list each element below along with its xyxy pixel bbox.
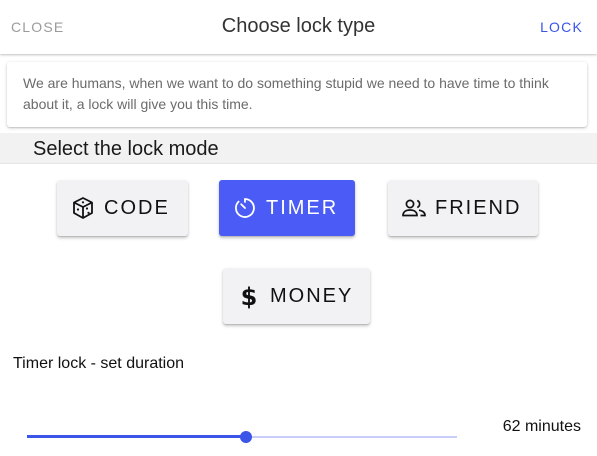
slider-thumb[interactable] — [240, 431, 253, 443]
timer-section-label: Timer lock - set duration — [13, 355, 185, 372]
mode-button-code[interactable]: CODE — [57, 180, 188, 236]
mode-label-code: CODE — [104, 196, 170, 219]
mode-label-friend: FRIEND — [435, 196, 522, 219]
mode-button-timer[interactable]: TIMER — [219, 180, 355, 236]
info-card: We are humans, when we want to do someth… — [7, 62, 587, 127]
section-header: Select the lock mode — [0, 133, 597, 164]
mode-button-friend[interactable]: FRIEND — [388, 180, 538, 236]
mode-label-money: MONEY — [270, 284, 354, 307]
slider-fill — [27, 435, 247, 438]
page-title: Choose lock type — [221, 15, 376, 37]
dice-icon — [70, 195, 96, 221]
duration-value: 62 minutes — [502, 418, 581, 435]
people-icon — [401, 195, 427, 221]
lock-button[interactable]: LOCK — [540, 19, 583, 35]
duration-slider[interactable] — [27, 429, 457, 445]
mode-label-timer: TIMER — [266, 196, 339, 219]
timer-icon — [232, 195, 258, 221]
app-bar: CLOSE Choose lock type LOCK — [0, 0, 597, 54]
svg-text:$: $ — [241, 283, 258, 309]
info-text: We are humans, when we want to do someth… — [23, 75, 549, 112]
mode-button-money[interactable]: $ MONEY — [223, 268, 370, 324]
section-title: Select the lock mode — [33, 138, 219, 160]
dollar-icon: $ — [236, 283, 262, 309]
